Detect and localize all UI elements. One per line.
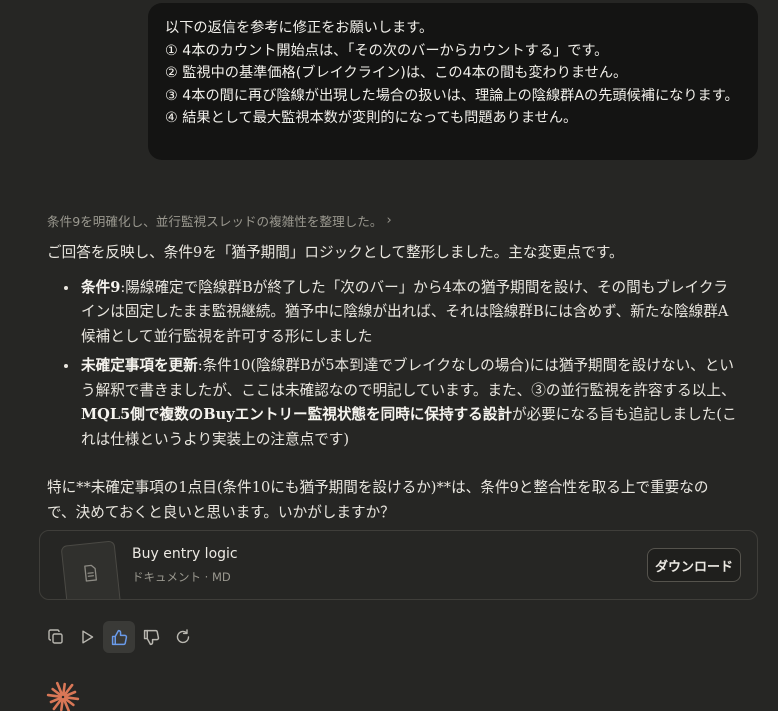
- copy-icon: [48, 629, 63, 644]
- thumbs-up-button[interactable]: [103, 621, 135, 653]
- user-message-line-1: 以下の返信を参考に修正をお願いします。: [165, 20, 434, 36]
- chat-page: 以下の返信を参考に修正をお願いします。 ① 4本のカウント開始点は、「その次のバ…: [0, 0, 778, 711]
- play-icon: [82, 630, 94, 644]
- reply-bullet-list: 条件9:陽線確定で陰線群Bが終了した「次のバー」から4本の猶予期間を設け、その間…: [47, 276, 737, 453]
- retry-icon: [176, 629, 190, 644]
- attachment-title: Buy entry logic: [132, 546, 238, 562]
- bullet-1-text: :陽線確定で陰線群Bが終了した「次のバー」から4本の猶予期間を設け、その間もブレ…: [81, 278, 729, 345]
- user-message-line-5: ④ 結果として最大監視本数が変則的になっても問題ありません。: [165, 110, 578, 127]
- document-thumbnail: [60, 540, 122, 599]
- reply-bullet-2: 未確定事項を更新:条件10(陰線群Bが5本到達でブレイクなしの場合)には猶予期間…: [79, 354, 737, 452]
- bullet-1-heading: 条件9: [81, 278, 121, 296]
- read-aloud-button[interactable]: [71, 621, 103, 653]
- thumbs-up-icon: [111, 629, 127, 645]
- reply-intro: ご回答を反映し、条件9を「猶予期間」ロジックとして整形しました。主な変更点です。: [47, 244, 624, 261]
- thinking-summary-text: 条件9を明確化し、並行監視スレッドの複雑性を整理した。: [47, 214, 383, 229]
- retry-button[interactable]: [167, 621, 199, 653]
- thumbs-down-icon: [143, 629, 159, 645]
- document-icon: [84, 564, 97, 582]
- user-message-line-2: ① 4本のカウント開始点は、「その次のバーからカウントする」です。: [165, 42, 609, 59]
- user-message-line-4: ③ 4本の間に再び陰線が出現した場合の扱いは、理論上の陰線群Aの先頭候補になりま…: [165, 87, 739, 104]
- download-button[interactable]: ダウンロード: [647, 548, 741, 582]
- chevron-right-icon: ›: [386, 213, 392, 228]
- attachment-subtitle: ドキュメント · MD: [132, 570, 231, 584]
- user-message-bubble: 以下の返信を参考に修正をお願いします。 ① 4本のカウント開始点は、「その次のバ…: [148, 3, 758, 160]
- copy-button[interactable]: [40, 621, 72, 653]
- assistant-reply: ご回答を反映し、条件9を「猶予期間」ロジックとして整形しました。主な変更点です。…: [47, 241, 737, 525]
- thumbs-down-button[interactable]: [135, 621, 167, 653]
- thinking-summary-toggle[interactable]: 条件9を明確化し、並行監視スレッドの複雑性を整理した。 ›: [47, 211, 392, 230]
- attachment-card[interactable]: Buy entry logic ドキュメント · MD ダウンロード: [39, 530, 758, 600]
- bullet-2-heading: 未確定事項を更新: [81, 357, 198, 374]
- reply-bullet-1: 条件9:陽線確定で陰線群Bが終了した「次のバー」から4本の猶予期間を設け、その間…: [79, 276, 737, 350]
- reply-closing: 特に**未確定事項の1点目(条件10にも猶予期間を設けるか)**は、条件9と整合…: [47, 479, 709, 521]
- bullet-2-emphasis: MQL5側で複数のBuyエントリー監視状態を同時に保持する設計: [81, 406, 512, 423]
- claude-spark-icon: [46, 681, 80, 711]
- user-message-line-3: ② 監視中の基準価格(ブレイクライン)は、この4本の間も変わりません。: [165, 65, 628, 82]
